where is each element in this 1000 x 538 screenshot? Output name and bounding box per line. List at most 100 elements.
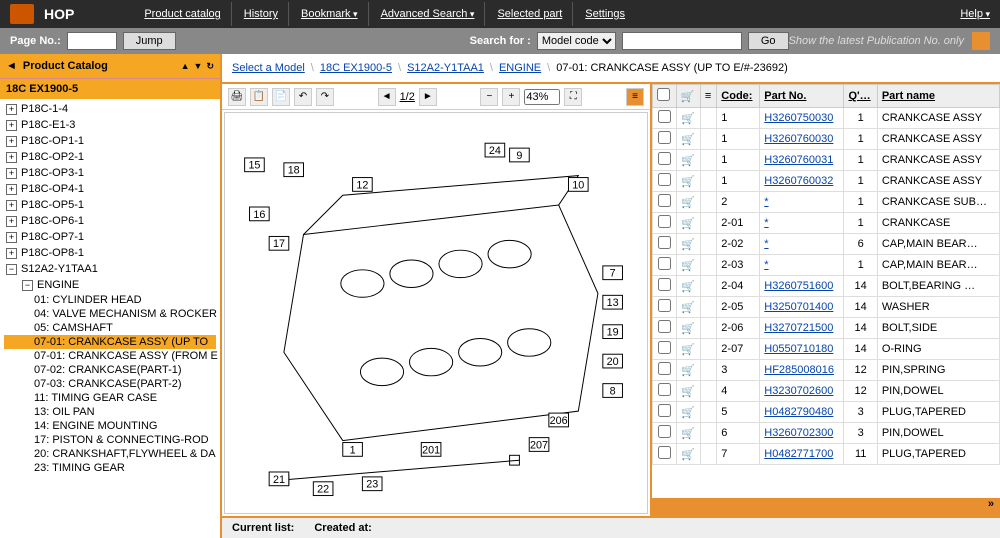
tree-item[interactable]: +P18C-OP3-1: [4, 165, 216, 181]
tree-item[interactable]: +P18C-OP2-1: [4, 149, 216, 165]
tree-item[interactable]: +P18C-OP7-1: [4, 229, 216, 245]
row-check[interactable]: [658, 215, 671, 228]
breadcrumb-engine[interactable]: ENGINE: [499, 62, 541, 74]
info-icon[interactable]: [700, 339, 716, 360]
cell-partno[interactable]: *: [760, 234, 844, 255]
row-check[interactable]: [658, 341, 671, 354]
col-code[interactable]: Code:: [717, 85, 760, 108]
tree-leaf[interactable]: 14: ENGINE MOUNTING: [4, 419, 216, 433]
row-check[interactable]: [658, 194, 671, 207]
cell-partno[interactable]: *: [760, 255, 844, 276]
row-check[interactable]: [658, 299, 671, 312]
menu-product-catalog[interactable]: Product catalog: [134, 2, 231, 26]
sidebar-collapse-icon[interactable]: ◄: [6, 60, 17, 72]
breadcrumb-sub[interactable]: S12A2-Y1TAA1: [407, 62, 484, 74]
cart-icon[interactable]: 🛒: [676, 360, 700, 381]
info-icon[interactable]: [700, 192, 716, 213]
info-icon[interactable]: [700, 213, 716, 234]
info-icon[interactable]: [700, 402, 716, 423]
page-no-input[interactable]: [67, 32, 117, 50]
info-icon[interactable]: [700, 129, 716, 150]
info-icon[interactable]: [700, 276, 716, 297]
tree-item[interactable]: +P18C-OP4-1: [4, 181, 216, 197]
breadcrumb-select-model[interactable]: Select a Model: [232, 62, 305, 74]
menu-history[interactable]: History: [234, 2, 289, 26]
cart-icon[interactable]: 🛒: [676, 339, 700, 360]
tree-leaf[interactable]: 05: CAMSHAFT: [4, 321, 216, 335]
search-mode-select[interactable]: Model code: [537, 32, 616, 50]
tree-leaf[interactable]: 01: CYLINDER HEAD: [4, 293, 216, 307]
cart-icon[interactable]: 🛒: [676, 234, 700, 255]
tree-item[interactable]: +P18C-OP5-1: [4, 197, 216, 213]
cart-icon[interactable]: 🛒: [676, 192, 700, 213]
info-icon[interactable]: [700, 171, 716, 192]
cart-icon[interactable]: 🛒: [676, 444, 700, 465]
cart-icon[interactable]: 🛒: [676, 297, 700, 318]
zoom-in-icon[interactable]: +: [502, 88, 520, 106]
menu-advanced-search[interactable]: Advanced Search: [371, 2, 486, 26]
fit-icon[interactable]: ⛶: [564, 88, 582, 106]
row-check[interactable]: [658, 110, 671, 123]
row-check[interactable]: [658, 152, 671, 165]
tree-leaf[interactable]: 23: TIMING GEAR: [4, 461, 216, 475]
cart-icon[interactable]: 🛒: [676, 402, 700, 423]
info-icon[interactable]: [700, 297, 716, 318]
row-check[interactable]: [658, 362, 671, 375]
info-icon[interactable]: [700, 150, 716, 171]
rotate-right-icon[interactable]: ↷: [316, 88, 334, 106]
diagram-area[interactable]: 151617181291024713192081201207206212223: [224, 112, 648, 514]
cell-partno[interactable]: H3260702300: [760, 423, 844, 444]
tree-leaf[interactable]: 07-03: CRANKCASE(PART-2): [4, 377, 216, 391]
cell-partno[interactable]: H3270721500: [760, 318, 844, 339]
col-name[interactable]: Part name: [877, 85, 999, 108]
cell-partno[interactable]: H3230702600: [760, 381, 844, 402]
tree-leaf[interactable]: 07-02: CRANKCASE(PART-1): [4, 363, 216, 377]
cart-icon[interactable]: 🛒: [676, 129, 700, 150]
prev-page-icon[interactable]: ◄: [378, 88, 396, 106]
print-icon[interactable]: 🖨: [228, 88, 246, 106]
tree-leaf[interactable]: 20: CRANKSHAFT,FLYWHEEL & DA: [4, 447, 216, 461]
row-check[interactable]: [658, 173, 671, 186]
col-qty[interactable]: Q'…: [844, 85, 877, 108]
tree-item[interactable]: −S12A2-Y1TAA1: [4, 261, 216, 277]
cell-partno[interactable]: H3250701400: [760, 297, 844, 318]
menu-help[interactable]: Help: [960, 8, 990, 20]
publication-toggle-icon[interactable]: [972, 32, 990, 50]
row-check[interactable]: [658, 320, 671, 333]
cart-icon[interactable]: 🛒: [676, 213, 700, 234]
tree-item[interactable]: +P18C-OP1-1: [4, 133, 216, 149]
cell-partno[interactable]: H3260760030: [760, 129, 844, 150]
cart-icon[interactable]: 🛒: [676, 276, 700, 297]
expand-up-icon[interactable]: ▲: [181, 61, 190, 72]
cell-partno[interactable]: *: [760, 192, 844, 213]
menu-bookmark[interactable]: Bookmark: [291, 2, 369, 26]
cell-partno[interactable]: H3260751600: [760, 276, 844, 297]
tree-item[interactable]: +P18C-OP8-1: [4, 245, 216, 261]
cell-partno[interactable]: H0482771700: [760, 444, 844, 465]
col-check[interactable]: [653, 85, 677, 108]
cell-partno[interactable]: H0482790480: [760, 402, 844, 423]
row-check[interactable]: [658, 425, 671, 438]
info-icon[interactable]: [700, 444, 716, 465]
zoom-input[interactable]: [524, 89, 560, 105]
tree-item[interactable]: +P18C-OP6-1: [4, 213, 216, 229]
cart-icon[interactable]: 🛒: [676, 318, 700, 339]
cell-partno[interactable]: H3260760031: [760, 150, 844, 171]
new-page-icon[interactable]: 📄: [272, 88, 290, 106]
copy-icon[interactable]: 📋: [250, 88, 268, 106]
check-all[interactable]: [657, 88, 670, 101]
row-check[interactable]: [658, 446, 671, 459]
menu-settings[interactable]: Settings: [575, 2, 635, 26]
refresh-icon[interactable]: ↻: [206, 61, 214, 72]
row-check[interactable]: [658, 404, 671, 417]
tree-engine[interactable]: −ENGINE: [4, 277, 216, 293]
info-icon[interactable]: [700, 360, 716, 381]
search-input[interactable]: [622, 32, 742, 50]
cart-icon[interactable]: 🛒: [676, 381, 700, 402]
row-check[interactable]: [658, 278, 671, 291]
info-icon[interactable]: [700, 234, 716, 255]
expand-down-icon[interactable]: ▼: [194, 61, 203, 72]
tree-item[interactable]: +P18C-E1-3: [4, 117, 216, 133]
info-icon[interactable]: [700, 255, 716, 276]
info-icon[interactable]: [700, 381, 716, 402]
